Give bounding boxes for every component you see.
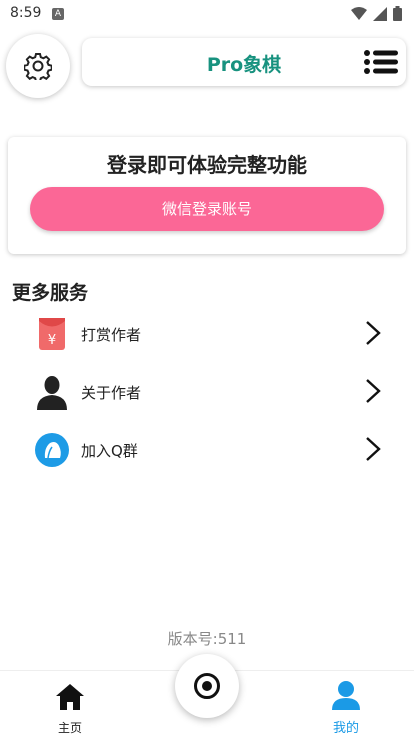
menu-list-icon[interactable] [364,50,398,74]
nav-mine-label: 我的 [332,721,359,736]
login-card: 登录即可体验完整功能 微信登录账号 [8,137,406,254]
nav-home-label: 主页 [57,721,82,735]
home-icon [56,684,84,710]
title-bar: Pro象棋 [82,38,406,86]
nav-mine[interactable]: 我的 [324,677,368,736]
wifi-icon [351,6,367,20]
wechat-login-button[interactable]: 微信登录账号 [30,187,384,231]
nav-home[interactable]: 主页 [48,679,92,735]
chevron-right-icon [366,379,381,403]
qq-icon [35,433,69,467]
app-title: Pro象棋 [206,54,282,76]
settings-button[interactable] [6,34,70,98]
list-item-about-author[interactable]: 关于作者 [0,368,414,424]
target-circle-icon [194,673,220,699]
gear-icon [24,53,52,80]
status-time: 8:59 [10,5,42,21]
version-text: 版本号:511 [167,630,247,648]
list-item-label: 打赏作者 [81,326,142,344]
chevron-right-icon [366,437,381,461]
status-bar: 8:59 A [0,0,414,28]
center-action-button[interactable] [175,654,239,718]
more-services-title: 更多服务 [12,282,89,304]
notification-a-icon: A [52,8,64,20]
red-envelope-icon: ¥ [39,318,65,350]
list-item-label: 关于作者 [81,384,142,402]
list-item-label: 加入Q群 [81,442,138,460]
system-icons [351,6,402,21]
svg-text:¥: ¥ [48,333,56,348]
list-item-tip-author[interactable]: ¥ 打赏作者 [0,310,414,366]
chevron-right-icon [366,321,381,345]
list-item-join-qq-group[interactable]: 加入Q群 [0,426,414,482]
user-icon [332,681,360,710]
user-silhouette-icon [37,376,67,410]
battery-icon [393,6,402,21]
signal-icon [373,6,387,21]
login-heading: 登录即可体验完整功能 [107,153,307,177]
